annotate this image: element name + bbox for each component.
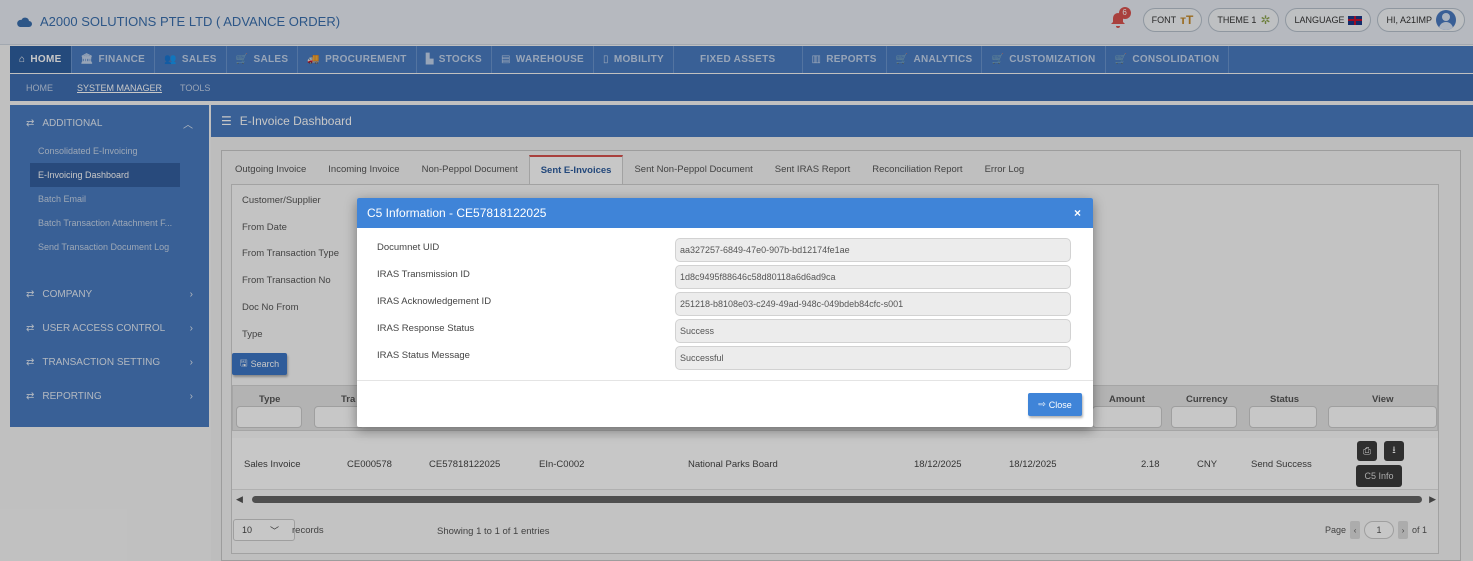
field-label: Documnet UID bbox=[377, 242, 440, 253]
modal-field-response-status: IRAS Response Status Success bbox=[377, 319, 1073, 343]
field-value[interactable]: 251218-b8108e03-c249-49ad-948c-049bdeb84… bbox=[675, 292, 1071, 316]
close-icon[interactable]: × bbox=[1074, 206, 1081, 220]
modal-field-document-uid: Documnet UID aa327257-6849-47e0-907b-bd1… bbox=[377, 238, 1073, 262]
field-value[interactable]: aa327257-6849-47e0-907b-bd12174fe1ae bbox=[675, 238, 1071, 262]
field-value[interactable]: 1d8c9495f88646c58d80118a6d6ad9ca bbox=[675, 265, 1071, 289]
modal-header: C5 Information - CE57818122025 × bbox=[357, 198, 1093, 228]
field-label: IRAS Response Status bbox=[377, 323, 475, 334]
field-label: IRAS Acknowledgement ID bbox=[377, 296, 492, 307]
modal-field-transmission-id: IRAS Transmission ID 1d8c9495f88646c58d8… bbox=[377, 265, 1073, 289]
field-label: IRAS Transmission ID bbox=[377, 269, 470, 280]
field-value[interactable]: Successful bbox=[675, 346, 1071, 370]
modal-divider bbox=[357, 380, 1093, 381]
c5-info-modal: C5 Information - CE57818122025 × Documne… bbox=[357, 198, 1093, 427]
field-label: IRAS Status Message bbox=[377, 350, 470, 361]
close-button[interactable]: ⇨ Close bbox=[1028, 393, 1082, 416]
field-value[interactable]: Success bbox=[675, 319, 1071, 343]
close-label: Close bbox=[1048, 399, 1072, 410]
sign-out-icon: ⇨ bbox=[1038, 399, 1046, 409]
modal-field-acknowledgement-id: IRAS Acknowledgement ID 251218-b8108e03-… bbox=[377, 292, 1073, 316]
modal-title: C5 Information - CE57818122025 bbox=[367, 206, 547, 220]
modal-field-status-message: IRAS Status Message Successful bbox=[377, 346, 1073, 370]
